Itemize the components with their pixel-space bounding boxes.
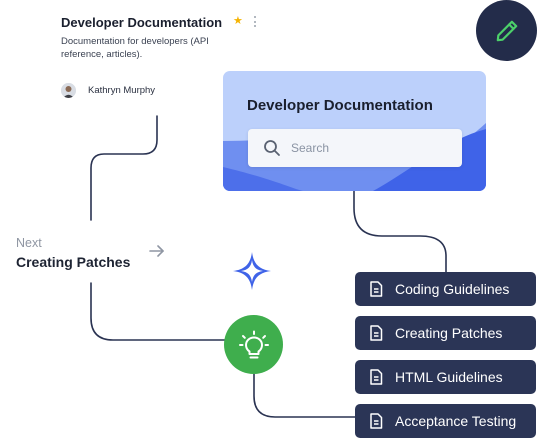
arrow-right-icon[interactable] bbox=[148, 243, 166, 259]
doc-link-label: Coding Guidelines bbox=[395, 281, 510, 297]
document-icon bbox=[370, 281, 383, 297]
doc-link-coding-guidelines[interactable]: Coding Guidelines bbox=[355, 272, 536, 306]
search-icon bbox=[264, 140, 280, 156]
doc-link-creating-patches[interactable]: Creating Patches bbox=[355, 316, 536, 350]
sparkle-icon bbox=[233, 252, 271, 290]
pencil-icon bbox=[496, 20, 517, 41]
connector-next-to-bulb bbox=[90, 282, 227, 341]
document-icon bbox=[370, 325, 383, 341]
author-name: Kathryn Murphy bbox=[88, 85, 156, 96]
search-card: Developer Documentation Search bbox=[223, 71, 486, 191]
avatar bbox=[61, 83, 76, 98]
lightbulb-icon bbox=[238, 330, 269, 358]
star-icon[interactable]: ★ bbox=[233, 16, 243, 27]
doc-card-title[interactable]: Developer Documentation bbox=[61, 15, 222, 30]
connector-bulb-to-acceptance bbox=[253, 373, 357, 418]
search-input[interactable]: Search bbox=[248, 129, 462, 167]
doc-card-description: Documentation for developers (API refere… bbox=[61, 36, 209, 60]
doc-link-label: HTML Guidelines bbox=[395, 369, 503, 385]
document-icon bbox=[370, 413, 383, 429]
next-label: Next bbox=[16, 236, 42, 250]
idea-button[interactable] bbox=[224, 315, 283, 374]
connector-search-to-guidelines bbox=[353, 190, 447, 273]
document-icon bbox=[370, 369, 383, 385]
connector-author-to-next bbox=[90, 115, 158, 221]
doc-link-acceptance-testing[interactable]: Acceptance Testing bbox=[355, 404, 536, 438]
more-options-icon[interactable] bbox=[253, 16, 256, 27]
doc-link-label: Creating Patches bbox=[395, 325, 503, 341]
edit-button[interactable] bbox=[476, 0, 537, 61]
search-card-title: Developer Documentation bbox=[247, 97, 433, 114]
doc-link-label: Acceptance Testing bbox=[395, 413, 517, 429]
search-placeholder: Search bbox=[291, 141, 330, 155]
doc-link-html-guidelines[interactable]: HTML Guidelines bbox=[355, 360, 536, 394]
next-title[interactable]: Creating Patches bbox=[16, 254, 130, 270]
